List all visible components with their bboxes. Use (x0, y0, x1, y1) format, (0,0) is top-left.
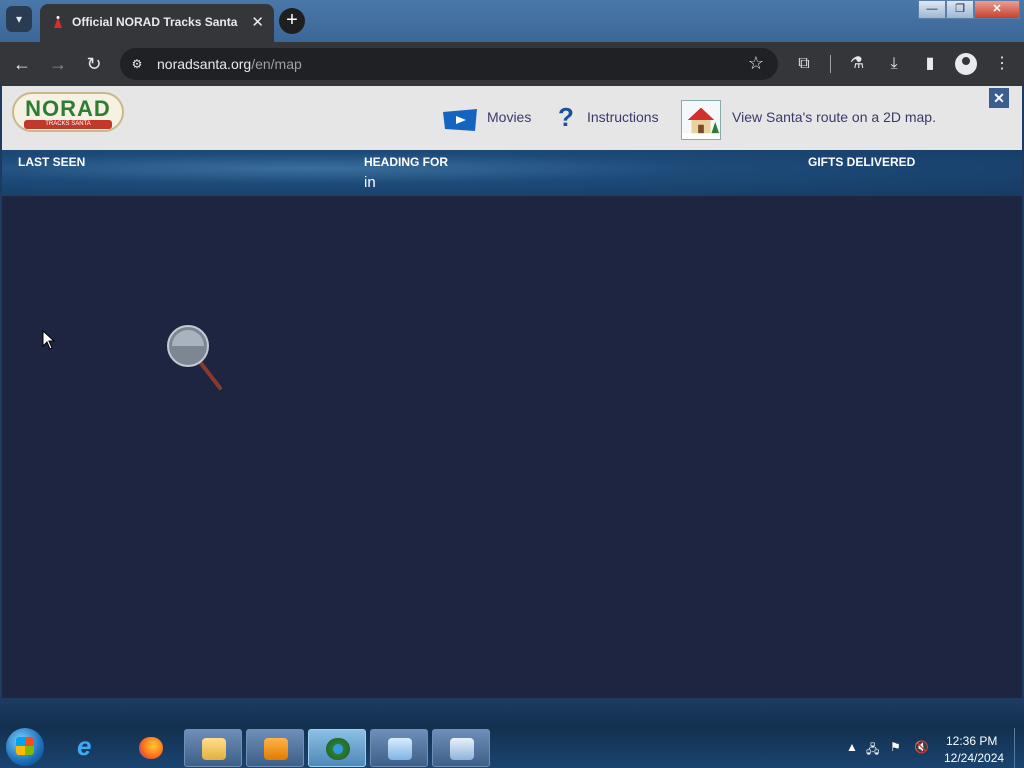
browser-toolbar: ← → ↻ ⚙ noradsanta.org/en/map ☆ ⧉ ⚗ ⤓ ▮ … (0, 42, 1024, 86)
action-center-flag-icon[interactable]: ⚑ (890, 740, 901, 754)
last-seen-label: LAST SEEN (18, 155, 86, 169)
clock-date[interactable]: 12/24/2024 (944, 751, 1004, 765)
minimize-button[interactable]: — (918, 0, 946, 19)
extensions-icon[interactable]: ⧉ (792, 52, 816, 76)
control-panel-icon (388, 738, 412, 760)
windows-taskbar: e ▲ 🖧 ⚑ 🔇 12:36 PM 12/24/2024 (0, 700, 1024, 768)
url-path: /en/map (251, 56, 302, 72)
back-icon[interactable]: ← (10, 52, 34, 76)
show-desktop-button[interactable] (1014, 728, 1024, 768)
close-header-button[interactable]: ✕ (989, 88, 1009, 108)
tab-title: Official NORAD Tracks Santa (72, 15, 238, 29)
norad-logo[interactable]: NORAD TRACKS SANTA (12, 92, 124, 132)
house-map-icon[interactable] (681, 100, 721, 140)
new-tab-button[interactable]: + (279, 8, 305, 34)
url-text: noradsanta.org/en/map (157, 56, 302, 72)
tab-search-button[interactable]: ▾ (6, 6, 32, 32)
instructions-link[interactable]: Instructions (587, 109, 659, 125)
start-button[interactable] (6, 728, 44, 766)
heading-for-value: in (364, 174, 376, 191)
heading-for-label: HEADING FOR (364, 155, 448, 169)
logo-subtitle: TRACKS SANTA (24, 120, 112, 129)
url-domain: noradsanta.org (157, 56, 252, 72)
logo-text: NORAD (25, 96, 111, 121)
taskbar-media-player[interactable] (246, 729, 304, 767)
tab-norad[interactable]: Official NORAD Tracks Santa ✕ (40, 4, 274, 42)
window-controls: — ❐ ✕ (918, 0, 1020, 20)
close-window-button[interactable]: ✕ (974, 0, 1020, 19)
map-canvas[interactable] (2, 196, 1022, 698)
taskbar-remote-desktop[interactable] (432, 729, 490, 767)
internet-explorer-icon: e (77, 731, 92, 761)
magnifier-loading-icon (167, 325, 222, 390)
network-icon[interactable]: 🖧 (866, 740, 879, 761)
forward-icon[interactable]: → (46, 52, 70, 76)
taskbar-chrome[interactable] (308, 729, 366, 767)
profile-avatar-icon[interactable] (955, 53, 977, 75)
page-header: NORAD TRACKS SANTA Movies ? Instructions… (2, 86, 1022, 150)
mouse-pointer-icon (42, 330, 56, 350)
media-player-icon (264, 738, 288, 760)
movies-play-icon[interactable] (442, 108, 478, 132)
norad-map-page: NORAD TRACKS SANTA Movies ? Instructions… (2, 86, 1022, 698)
tracker-stats-bar: LAST SEEN HEADING FOR in GIFTS DELIVERED (2, 150, 1022, 196)
taskbar-internet-explorer[interactable]: e (60, 729, 118, 767)
reload-icon[interactable]: ↻ (82, 52, 106, 76)
address-bar[interactable]: ⚙ noradsanta.org/en/map ☆ (120, 48, 778, 80)
site-info-icon[interactable]: ⚙ (128, 55, 146, 73)
side-panel-icon[interactable]: ▮ (918, 52, 942, 76)
browser-icon (326, 738, 350, 760)
remote-desktop-icon (450, 738, 474, 760)
view-2d-map-link[interactable]: View Santa's route on a 2D map. (732, 109, 936, 125)
volume-muted-icon[interactable]: 🔇 (914, 740, 929, 754)
question-mark-icon[interactable]: ? (558, 102, 574, 133)
taskbar-file-explorer[interactable] (184, 729, 242, 767)
windows-logo-icon (16, 737, 34, 755)
clock-time[interactable]: 12:36 PM (946, 734, 997, 748)
folder-icon (202, 738, 226, 760)
browser-menu-icon[interactable]: ⋮ (990, 52, 1014, 76)
toolbar-separator (830, 55, 831, 73)
santa-favicon-icon (54, 16, 62, 28)
labs-flask-icon[interactable]: ⚗ (845, 52, 869, 76)
tab-close-icon[interactable]: ✕ (251, 13, 264, 31)
bookmark-star-icon[interactable]: ☆ (748, 53, 764, 74)
download-icon[interactable]: ⤓ (882, 52, 906, 76)
taskbar-control-panel[interactable] (370, 729, 428, 767)
movies-link[interactable]: Movies (487, 109, 531, 125)
firefox-icon (139, 737, 163, 759)
maximize-button[interactable]: ❐ (946, 0, 974, 19)
taskbar-firefox[interactable] (122, 729, 180, 767)
browser-titlebar: ▾ Official NORAD Tracks Santa ✕ + — ❐ ✕ (0, 0, 1024, 42)
gifts-delivered-label: GIFTS DELIVERED (808, 155, 916, 169)
tray-overflow-icon[interactable]: ▲ (846, 740, 858, 754)
